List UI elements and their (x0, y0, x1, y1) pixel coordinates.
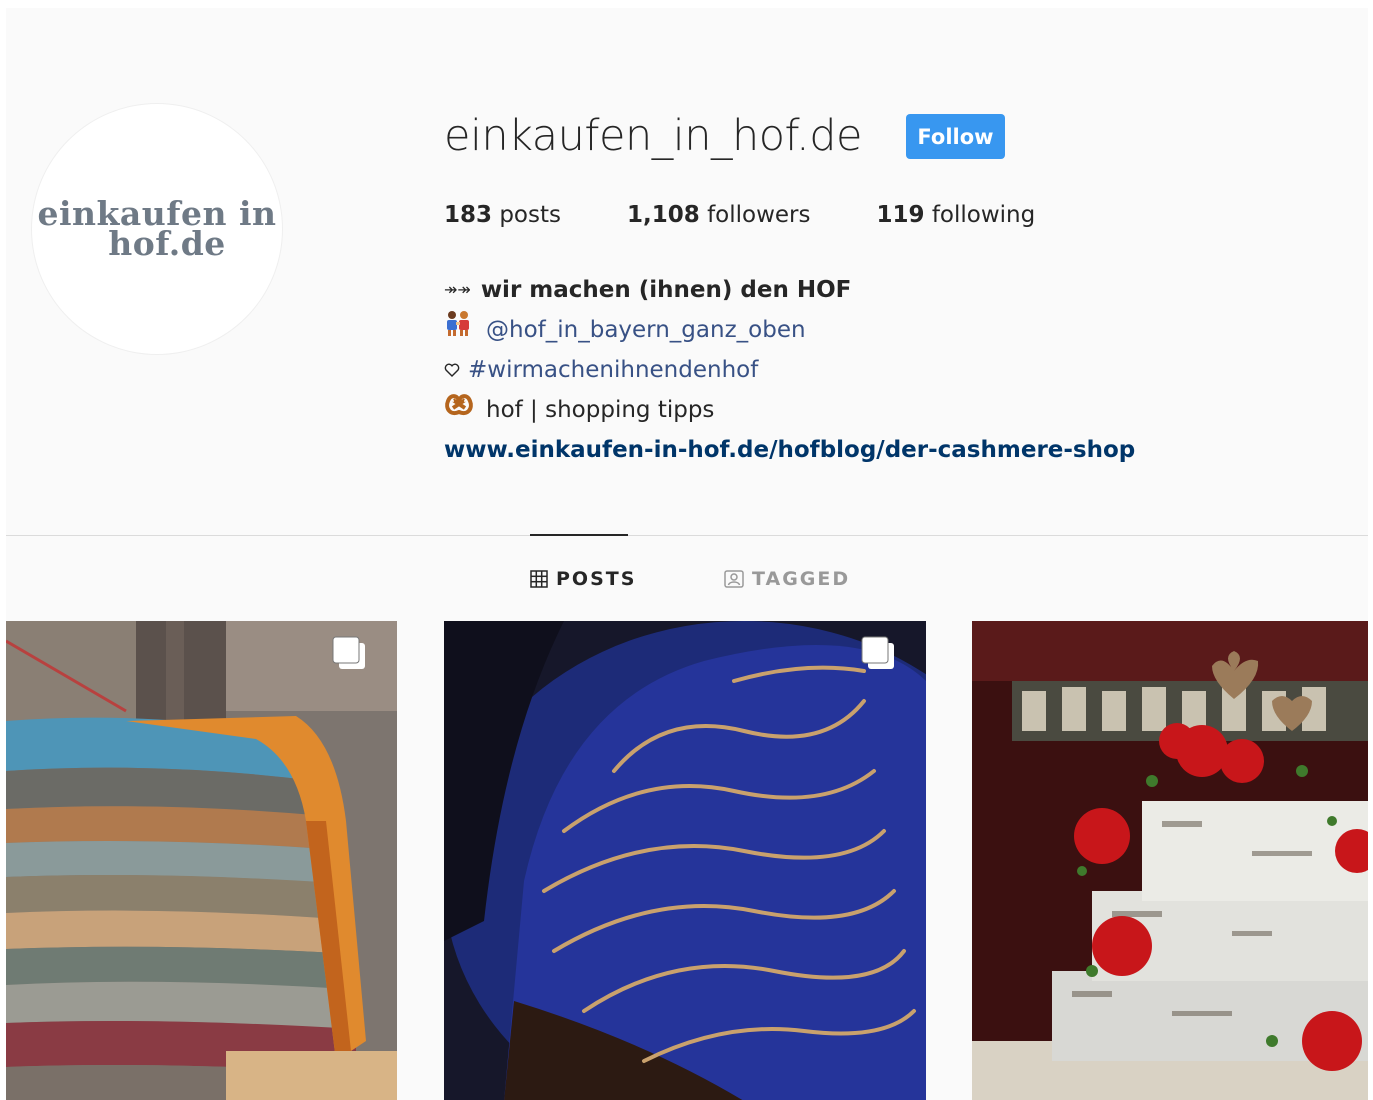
bio-mention-line: @hof_in_bayern_ganz_oben (444, 310, 1135, 350)
post-thumbnail-1[interactable] (6, 621, 397, 1100)
following-label: following (931, 202, 1036, 228)
tagged-person-icon (724, 570, 744, 588)
following-count: 119 (876, 202, 925, 228)
post-thumbnail-3[interactable] (972, 621, 1368, 1100)
blankets-photo (6, 621, 397, 1100)
posts-label: posts (499, 202, 561, 228)
profile-page: einkaufen in hof.de einkaufen_in_hof.de … (6, 8, 1368, 1100)
tab-posts[interactable]: POSTS (530, 568, 636, 590)
pretzel-emoji-icon (444, 390, 474, 430)
followers-count: 1,108 (626, 202, 700, 228)
heart-outline-icon (444, 350, 466, 390)
tab-tagged-label: TAGGED (752, 568, 851, 590)
bio-tagline: hof | shopping tipps (486, 397, 715, 423)
tabs-divider (6, 535, 1368, 536)
double-arrow-icon: ↠↠ (444, 280, 471, 299)
profile-avatar[interactable]: einkaufen in hof.de (32, 104, 282, 354)
bio-hashtag-link[interactable]: #wirmachenihnendenhof (468, 350, 758, 390)
bio-name: ↠↠ wir machen (ihnen) den HOF (444, 270, 1135, 310)
stat-following[interactable]: 119 following (876, 202, 1035, 228)
couple-emoji-icon (444, 310, 474, 350)
follow-button[interactable]: Follow (906, 114, 1005, 159)
followers-label: followers (707, 202, 811, 228)
cake-lettering-photo (444, 621, 926, 1100)
stat-followers[interactable]: 1,108 followers (627, 202, 811, 228)
tab-tagged[interactable]: TAGGED (724, 568, 850, 590)
active-tab-indicator (530, 534, 628, 536)
profile-bio: ↠↠ wir machen (ihnen) den HOF @hof_in_ba… (444, 270, 1135, 470)
bio-website-link[interactable]: www.einkaufen-in-hof.de/hofblog/der-cash… (444, 430, 1135, 470)
avatar-logo-text-line2: hof.de (108, 224, 226, 263)
profile-username: einkaufen_in_hof.de (444, 111, 862, 161)
bio-url-line: www.einkaufen-in-hof.de/hofblog/der-cash… (444, 430, 1135, 470)
stat-posts: 183 posts (444, 202, 561, 228)
posts-count: 183 (444, 202, 493, 228)
profile-stats: 183 posts 1,108 followers 119 following (444, 202, 1101, 228)
grid-icon (530, 570, 548, 588)
bio-mention-link[interactable]: @hof_in_bayern_ganz_oben (486, 310, 806, 350)
bio-tagline-line: hof | shopping tipps (444, 390, 1135, 430)
bio-name-text: wir machen (ihnen) den HOF (480, 277, 852, 303)
bio-hashtag-line: #wirmachenihnendenhof (444, 350, 1135, 390)
post-thumbnail-2[interactable] (444, 621, 926, 1100)
wedding-cake-photo (972, 621, 1368, 1100)
tab-posts-label: POSTS (556, 568, 637, 590)
